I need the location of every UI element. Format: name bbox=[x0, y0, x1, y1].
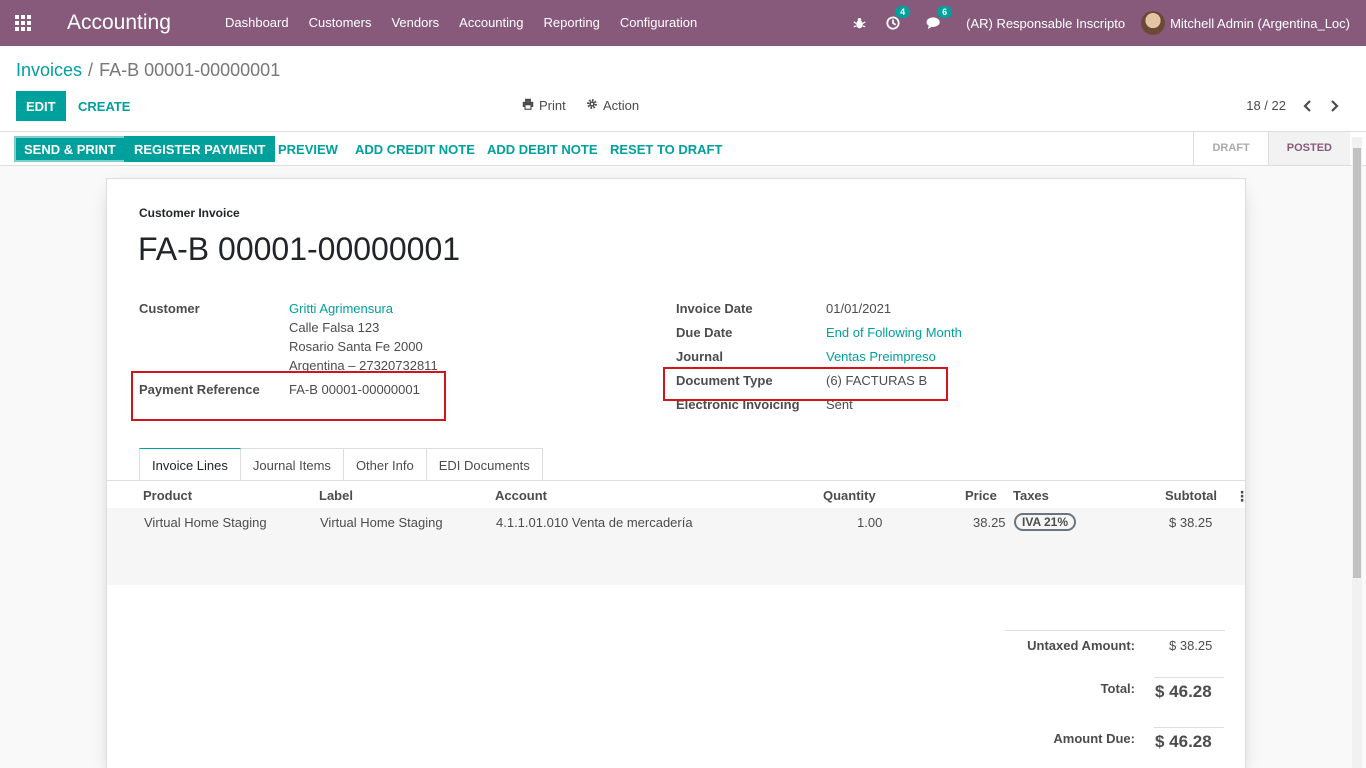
main-menu: Dashboard Customers Vendors Accounting R… bbox=[215, 0, 707, 46]
menu-vendors[interactable]: Vendors bbox=[381, 0, 449, 46]
pager-value[interactable]: 18 / 22 bbox=[1246, 98, 1286, 113]
company-switcher[interactable]: (AR) Responsable Inscripto bbox=[966, 16, 1125, 31]
user-menu[interactable]: Mitchell Admin (Argentina_Loc) bbox=[1170, 16, 1350, 31]
breadcrumb-current: FA-B 00001-00000001 bbox=[99, 60, 281, 80]
amount-due-separator bbox=[1154, 727, 1224, 728]
cell-label: Virtual Home Staging bbox=[320, 515, 443, 530]
breadcrumb: Invoices / FA-B 00001-00000001 bbox=[16, 60, 280, 81]
add-credit-note-button[interactable]: ADD CREDIT NOTE bbox=[345, 136, 485, 162]
invoice-sheet: Customer Invoice FA-B 00001-00000001 Cus… bbox=[106, 178, 1249, 768]
activity-clock-icon[interactable]: 4 bbox=[886, 6, 911, 30]
send-print-button[interactable]: SEND & PRINT bbox=[14, 136, 126, 162]
activity-badge: 4 bbox=[895, 6, 911, 18]
column-header-subtotal[interactable]: Subtotal bbox=[1165, 488, 1217, 503]
top-navbar: Accounting Dashboard Customers Vendors A… bbox=[0, 0, 1366, 46]
edit-button[interactable]: EDIT bbox=[16, 91, 66, 121]
invoice-date-value: 01/01/2021 bbox=[826, 301, 892, 316]
debug-bug-icon[interactable] bbox=[853, 17, 866, 30]
breadcrumb-invoices[interactable]: Invoices bbox=[16, 60, 82, 80]
tab-other-info[interactable]: Other Info bbox=[343, 448, 427, 481]
apps-menu-icon[interactable] bbox=[0, 0, 46, 46]
state-draft: DRAFT bbox=[1193, 132, 1267, 165]
register-payment-button[interactable]: REGISTER PAYMENT bbox=[124, 136, 276, 162]
print-icon bbox=[522, 98, 534, 113]
messages-badge: 6 bbox=[937, 6, 953, 18]
systray: 4 6 (AR) Responsable Inscripto Mitchell … bbox=[843, 0, 1366, 46]
chevron-right-icon[interactable] bbox=[1325, 96, 1345, 116]
notebook-tabs: Invoice Lines Journal Items Other Info E… bbox=[139, 448, 543, 481]
tab-edi-documents[interactable]: EDI Documents bbox=[426, 448, 543, 481]
user-avatar[interactable] bbox=[1141, 11, 1166, 35]
breadcrumb-separator: / bbox=[88, 60, 94, 80]
due-date-label: Due Date bbox=[676, 325, 733, 340]
column-header-price[interactable]: Price bbox=[965, 488, 997, 503]
optional-columns-kebab-icon[interactable]: ⋮ bbox=[1235, 488, 1249, 505]
menu-dashboard[interactable]: Dashboard bbox=[215, 0, 299, 46]
due-date-link[interactable]: End of Following Month bbox=[826, 325, 962, 340]
total-value: $ 46.28 bbox=[1155, 682, 1212, 701]
messages-chat-icon[interactable]: 6 bbox=[926, 6, 953, 30]
menu-configuration[interactable]: Configuration bbox=[610, 0, 707, 46]
tab-journal-items[interactable]: Journal Items bbox=[240, 448, 344, 481]
menu-reporting[interactable]: Reporting bbox=[534, 0, 610, 46]
cell-quantity: 1.00 bbox=[857, 515, 883, 530]
preview-button[interactable]: PREVIEW bbox=[268, 136, 348, 162]
payment-reference-highlight bbox=[131, 371, 446, 421]
tabs-divider bbox=[107, 480, 1245, 481]
cell-account: 4.1.1.01.010 Venta de mercadería bbox=[496, 515, 693, 530]
create-button[interactable]: CREATE bbox=[70, 91, 138, 121]
menu-accounting[interactable]: Accounting bbox=[449, 0, 533, 46]
journal-label: Journal bbox=[676, 349, 723, 364]
customer-label: Customer bbox=[139, 301, 200, 316]
untaxed-amount-label: Untaxed Amount: bbox=[1027, 638, 1135, 653]
move-type-label: Customer Invoice bbox=[139, 206, 240, 220]
totals-divider bbox=[1005, 630, 1225, 631]
cell-product: Virtual Home Staging bbox=[144, 515, 267, 530]
state-steps: DRAFT POSTED bbox=[1193, 132, 1350, 165]
empty-table-row bbox=[107, 536, 1245, 585]
invoice-number: FA-B 00001-00000001 bbox=[138, 231, 461, 267]
column-header-account[interactable]: Account bbox=[495, 488, 547, 503]
total-separator bbox=[1154, 677, 1224, 678]
customer-address-line: Rosario Santa Fe 2000 bbox=[289, 339, 423, 354]
document-type-highlight bbox=[663, 367, 948, 401]
tab-invoice-lines[interactable]: Invoice Lines bbox=[139, 448, 241, 481]
status-bar: SEND & PRINT REGISTER PAYMENT PREVIEW AD… bbox=[0, 132, 1366, 166]
scrollbar-thumb[interactable] bbox=[1353, 148, 1361, 578]
control-panel: Invoices / FA-B 00001-00000001 EDIT CREATE… bbox=[0, 46, 1366, 132]
add-debit-note-button[interactable]: ADD DEBIT NOTE bbox=[477, 136, 608, 162]
column-header-quantity[interactable]: Quantity bbox=[823, 488, 876, 503]
chevron-left-icon[interactable] bbox=[1297, 96, 1317, 116]
journal-link[interactable]: Ventas Preimpreso bbox=[826, 349, 936, 364]
reset-to-draft-button[interactable]: RESET TO DRAFT bbox=[600, 136, 732, 162]
cell-price: 38.25 bbox=[973, 515, 1006, 530]
column-header-taxes[interactable]: Taxes bbox=[1013, 488, 1049, 503]
column-header-label[interactable]: Label bbox=[319, 488, 353, 503]
state-posted: POSTED bbox=[1267, 132, 1350, 165]
menu-customers[interactable]: Customers bbox=[299, 0, 382, 46]
action-dropdown[interactable]: Action bbox=[586, 98, 639, 113]
app-brand[interactable]: Accounting bbox=[67, 11, 215, 35]
customer-address-line: Calle Falsa 123 bbox=[289, 320, 380, 335]
invoice-date-label: Invoice Date bbox=[676, 301, 753, 316]
print-label: Print bbox=[539, 98, 566, 113]
print-dropdown[interactable]: Print bbox=[522, 98, 566, 113]
action-label: Action bbox=[603, 98, 640, 113]
amount-due-value: $ 46.28 bbox=[1155, 732, 1212, 751]
cell-subtotal: $ 38.25 bbox=[1169, 515, 1213, 530]
vertical-scrollbar[interactable] bbox=[1352, 137, 1362, 768]
amount-due-label: Amount Due: bbox=[1053, 731, 1135, 746]
gear-icon bbox=[586, 98, 598, 113]
customer-link[interactable]: Gritti Agrimensura bbox=[289, 301, 393, 316]
untaxed-amount-value: $ 38.25 bbox=[1169, 638, 1213, 653]
tax-tag: IVA 21% bbox=[1014, 513, 1077, 531]
total-label: Total: bbox=[1100, 681, 1135, 696]
column-header-product[interactable]: Product bbox=[143, 488, 192, 503]
